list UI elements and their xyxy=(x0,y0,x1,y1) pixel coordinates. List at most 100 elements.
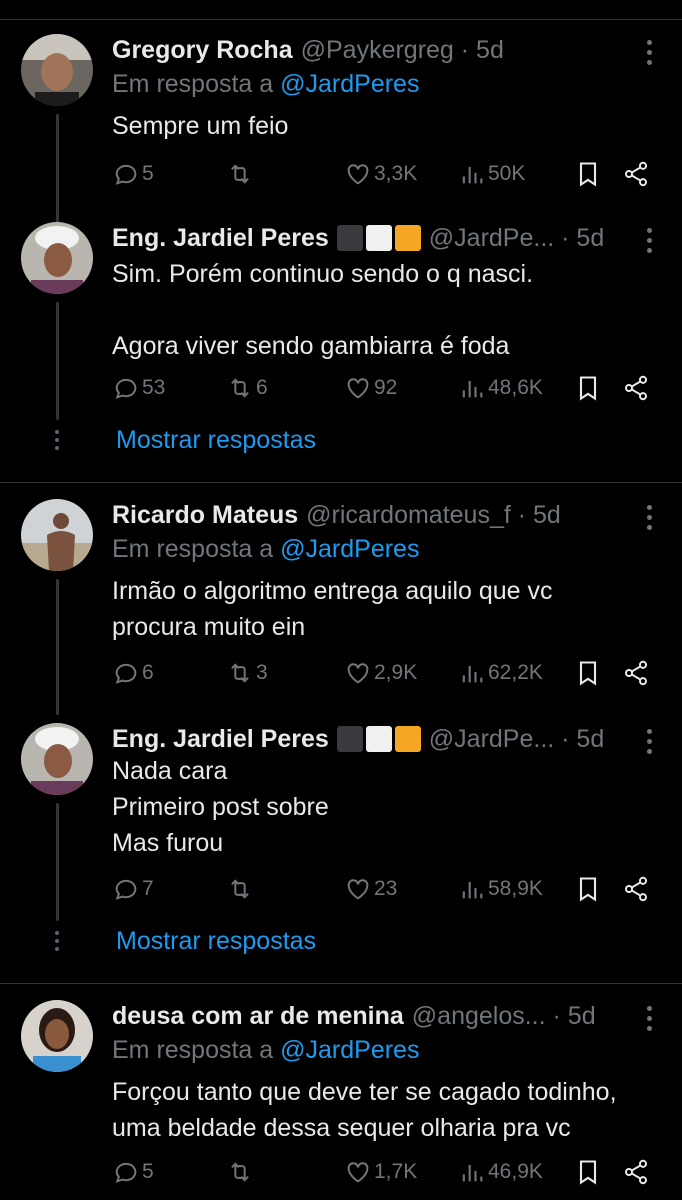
retweet-button[interactable] xyxy=(226,873,256,905)
show-replies-link[interactable]: Mostrar respostas xyxy=(116,426,316,455)
divider xyxy=(0,983,682,984)
top-divider xyxy=(0,19,682,20)
views-button[interactable]: 58,9K xyxy=(458,873,543,905)
reply-mention[interactable]: @JardPeres xyxy=(280,1036,419,1064)
tweet-jardiel-2[interactable]: Eng. Jardiel Peres @JardPe... · 5d Nada … xyxy=(0,723,682,981)
author-handle[interactable]: @Paykergreg · 5d xyxy=(301,36,504,65)
reply-button[interactable]: 5 xyxy=(112,158,154,190)
avatar[interactable] xyxy=(21,1000,93,1072)
author-handle[interactable]: @JardPe... · 5d xyxy=(429,224,604,253)
like-button[interactable]: 92 xyxy=(344,372,397,404)
views-button[interactable]: 48,6K xyxy=(458,372,543,404)
reply-button[interactable]: 7 xyxy=(112,873,154,905)
views-count: 62,2K xyxy=(488,661,543,684)
author-name[interactable]: Gregory Rocha xyxy=(112,36,293,65)
bookmark-button[interactable] xyxy=(574,657,604,689)
bookmark-button[interactable] xyxy=(574,1156,604,1188)
tweet-text-line: Sim. Porém continuo sendo o q nasci. xyxy=(112,260,534,288)
tweet-gregory[interactable]: Gregory Rocha @Paykergreg · 5d Em respos… xyxy=(0,34,682,244)
reply-button[interactable]: 5 xyxy=(112,1156,154,1188)
like-button[interactable]: 23 xyxy=(344,873,397,905)
avatar[interactable] xyxy=(21,34,93,106)
tweet-ricardo[interactable]: Ricardo Mateus @ricardomateus_f · 5d Em … xyxy=(0,499,682,715)
views-icon xyxy=(462,882,483,899)
show-replies-link[interactable]: Mostrar respostas xyxy=(116,927,316,956)
share-icon xyxy=(624,1159,648,1185)
tweet-header: Ricardo Mateus @ricardomateus_f · 5d xyxy=(112,499,642,531)
views-count: 46,9K xyxy=(488,1160,543,1183)
action-bar: 5 3,3K 50K xyxy=(112,158,652,190)
retweet-button[interactable] xyxy=(226,1156,256,1188)
reply-count: 6 xyxy=(142,661,154,684)
flag-emoji xyxy=(394,726,421,752)
reply-count: 53 xyxy=(142,376,166,399)
like-button[interactable]: 3,3K xyxy=(344,158,417,190)
thread-line xyxy=(56,803,59,921)
more-icon[interactable] xyxy=(646,729,652,754)
tweet-text: Forçou tanto que deve ter se cagado todi… xyxy=(112,1074,662,1146)
retweet-button[interactable]: 3 xyxy=(226,657,268,689)
more-icon[interactable] xyxy=(646,505,652,530)
views-button[interactable]: 46,9K xyxy=(458,1156,543,1188)
share-button[interactable] xyxy=(622,1156,652,1188)
tweet-text-line: Mas furou xyxy=(112,829,224,857)
reply-mention[interactable]: @JardPeres xyxy=(280,535,419,563)
bookmark-button[interactable] xyxy=(574,372,604,404)
reply-context: Em resposta a @JardPeres xyxy=(112,1036,419,1065)
tweet-header: Eng. Jardiel Peres @JardPe... · 5d xyxy=(112,222,642,254)
tweet-text-line: procura muito ein xyxy=(112,613,306,641)
reply-prefix: Em resposta a xyxy=(112,70,274,98)
author-name[interactable]: Ricardo Mateus xyxy=(112,501,298,530)
author-handle[interactable]: @angelos... · 5d xyxy=(412,1002,596,1031)
author-name[interactable]: deusa com ar de menina xyxy=(112,1002,404,1031)
reply-icon xyxy=(115,663,137,684)
tweet-jardiel-1[interactable]: Eng. Jardiel Peres @JardPe... · 5d Sim. … xyxy=(0,222,682,480)
reply-prefix: Em resposta a xyxy=(112,535,274,563)
retweet-button[interactable] xyxy=(226,158,256,190)
retweet-icon xyxy=(231,1162,249,1182)
action-bar: 5 1,7K 46,9K xyxy=(112,1156,652,1188)
tweet-text-line: uma beldade dessa sequer olharia pra vc xyxy=(112,1114,571,1142)
reply-button[interactable]: 6 xyxy=(112,657,154,689)
author-handle[interactable]: @JardPe... · 5d xyxy=(429,725,604,754)
avatar[interactable] xyxy=(21,723,93,795)
bookmark-button[interactable] xyxy=(574,158,604,190)
more-icon[interactable] xyxy=(646,1006,652,1031)
views-button[interactable]: 62,2K xyxy=(458,657,543,689)
like-button[interactable]: 2,9K xyxy=(344,657,417,689)
views-icon xyxy=(462,167,483,184)
share-button[interactable] xyxy=(622,372,652,404)
tweet-deusa[interactable]: deusa com ar de menina @angelos... · 5d … xyxy=(0,1000,682,1200)
flag-emoji xyxy=(336,225,363,251)
tweet-text: Sim. Porém continuo sendo o q nasci. Ago… xyxy=(112,256,662,364)
retweet-icon xyxy=(231,378,249,398)
author-name[interactable]: Eng. Jardiel Peres xyxy=(112,224,329,253)
retweet-button[interactable]: 6 xyxy=(226,372,268,404)
like-button[interactable]: 1,7K xyxy=(344,1156,417,1188)
views-button[interactable]: 50K xyxy=(458,158,525,190)
avatar[interactable] xyxy=(21,222,93,294)
retweet-icon xyxy=(231,879,249,899)
reply-button[interactable]: 53 xyxy=(112,372,165,404)
more-icon[interactable] xyxy=(646,40,652,65)
share-button[interactable] xyxy=(622,158,652,190)
reply-context: Em resposta a @JardPeres xyxy=(112,535,419,564)
thread-dots xyxy=(55,430,61,450)
share-icon xyxy=(624,660,648,686)
reply-icon xyxy=(115,1162,137,1183)
reply-mention[interactable]: @JardPeres xyxy=(280,70,419,98)
share-button[interactable] xyxy=(622,873,652,905)
heart-icon xyxy=(347,1162,369,1183)
author-handle[interactable]: @ricardomateus_f · 5d xyxy=(306,501,561,530)
retweet-count: 3 xyxy=(256,661,268,684)
action-bar: 6 3 2,9K 62,2K xyxy=(112,657,652,689)
bookmark-button[interactable] xyxy=(574,873,604,905)
reply-prefix: Em resposta a xyxy=(112,1036,274,1064)
bookmark-icon xyxy=(579,162,597,187)
more-icon[interactable] xyxy=(646,228,652,253)
author-name[interactable]: Eng. Jardiel Peres xyxy=(112,725,329,754)
share-button[interactable] xyxy=(622,657,652,689)
avatar[interactable] xyxy=(21,499,93,571)
views-icon xyxy=(462,381,483,398)
tweet-text-line: Nada cara xyxy=(112,757,228,785)
